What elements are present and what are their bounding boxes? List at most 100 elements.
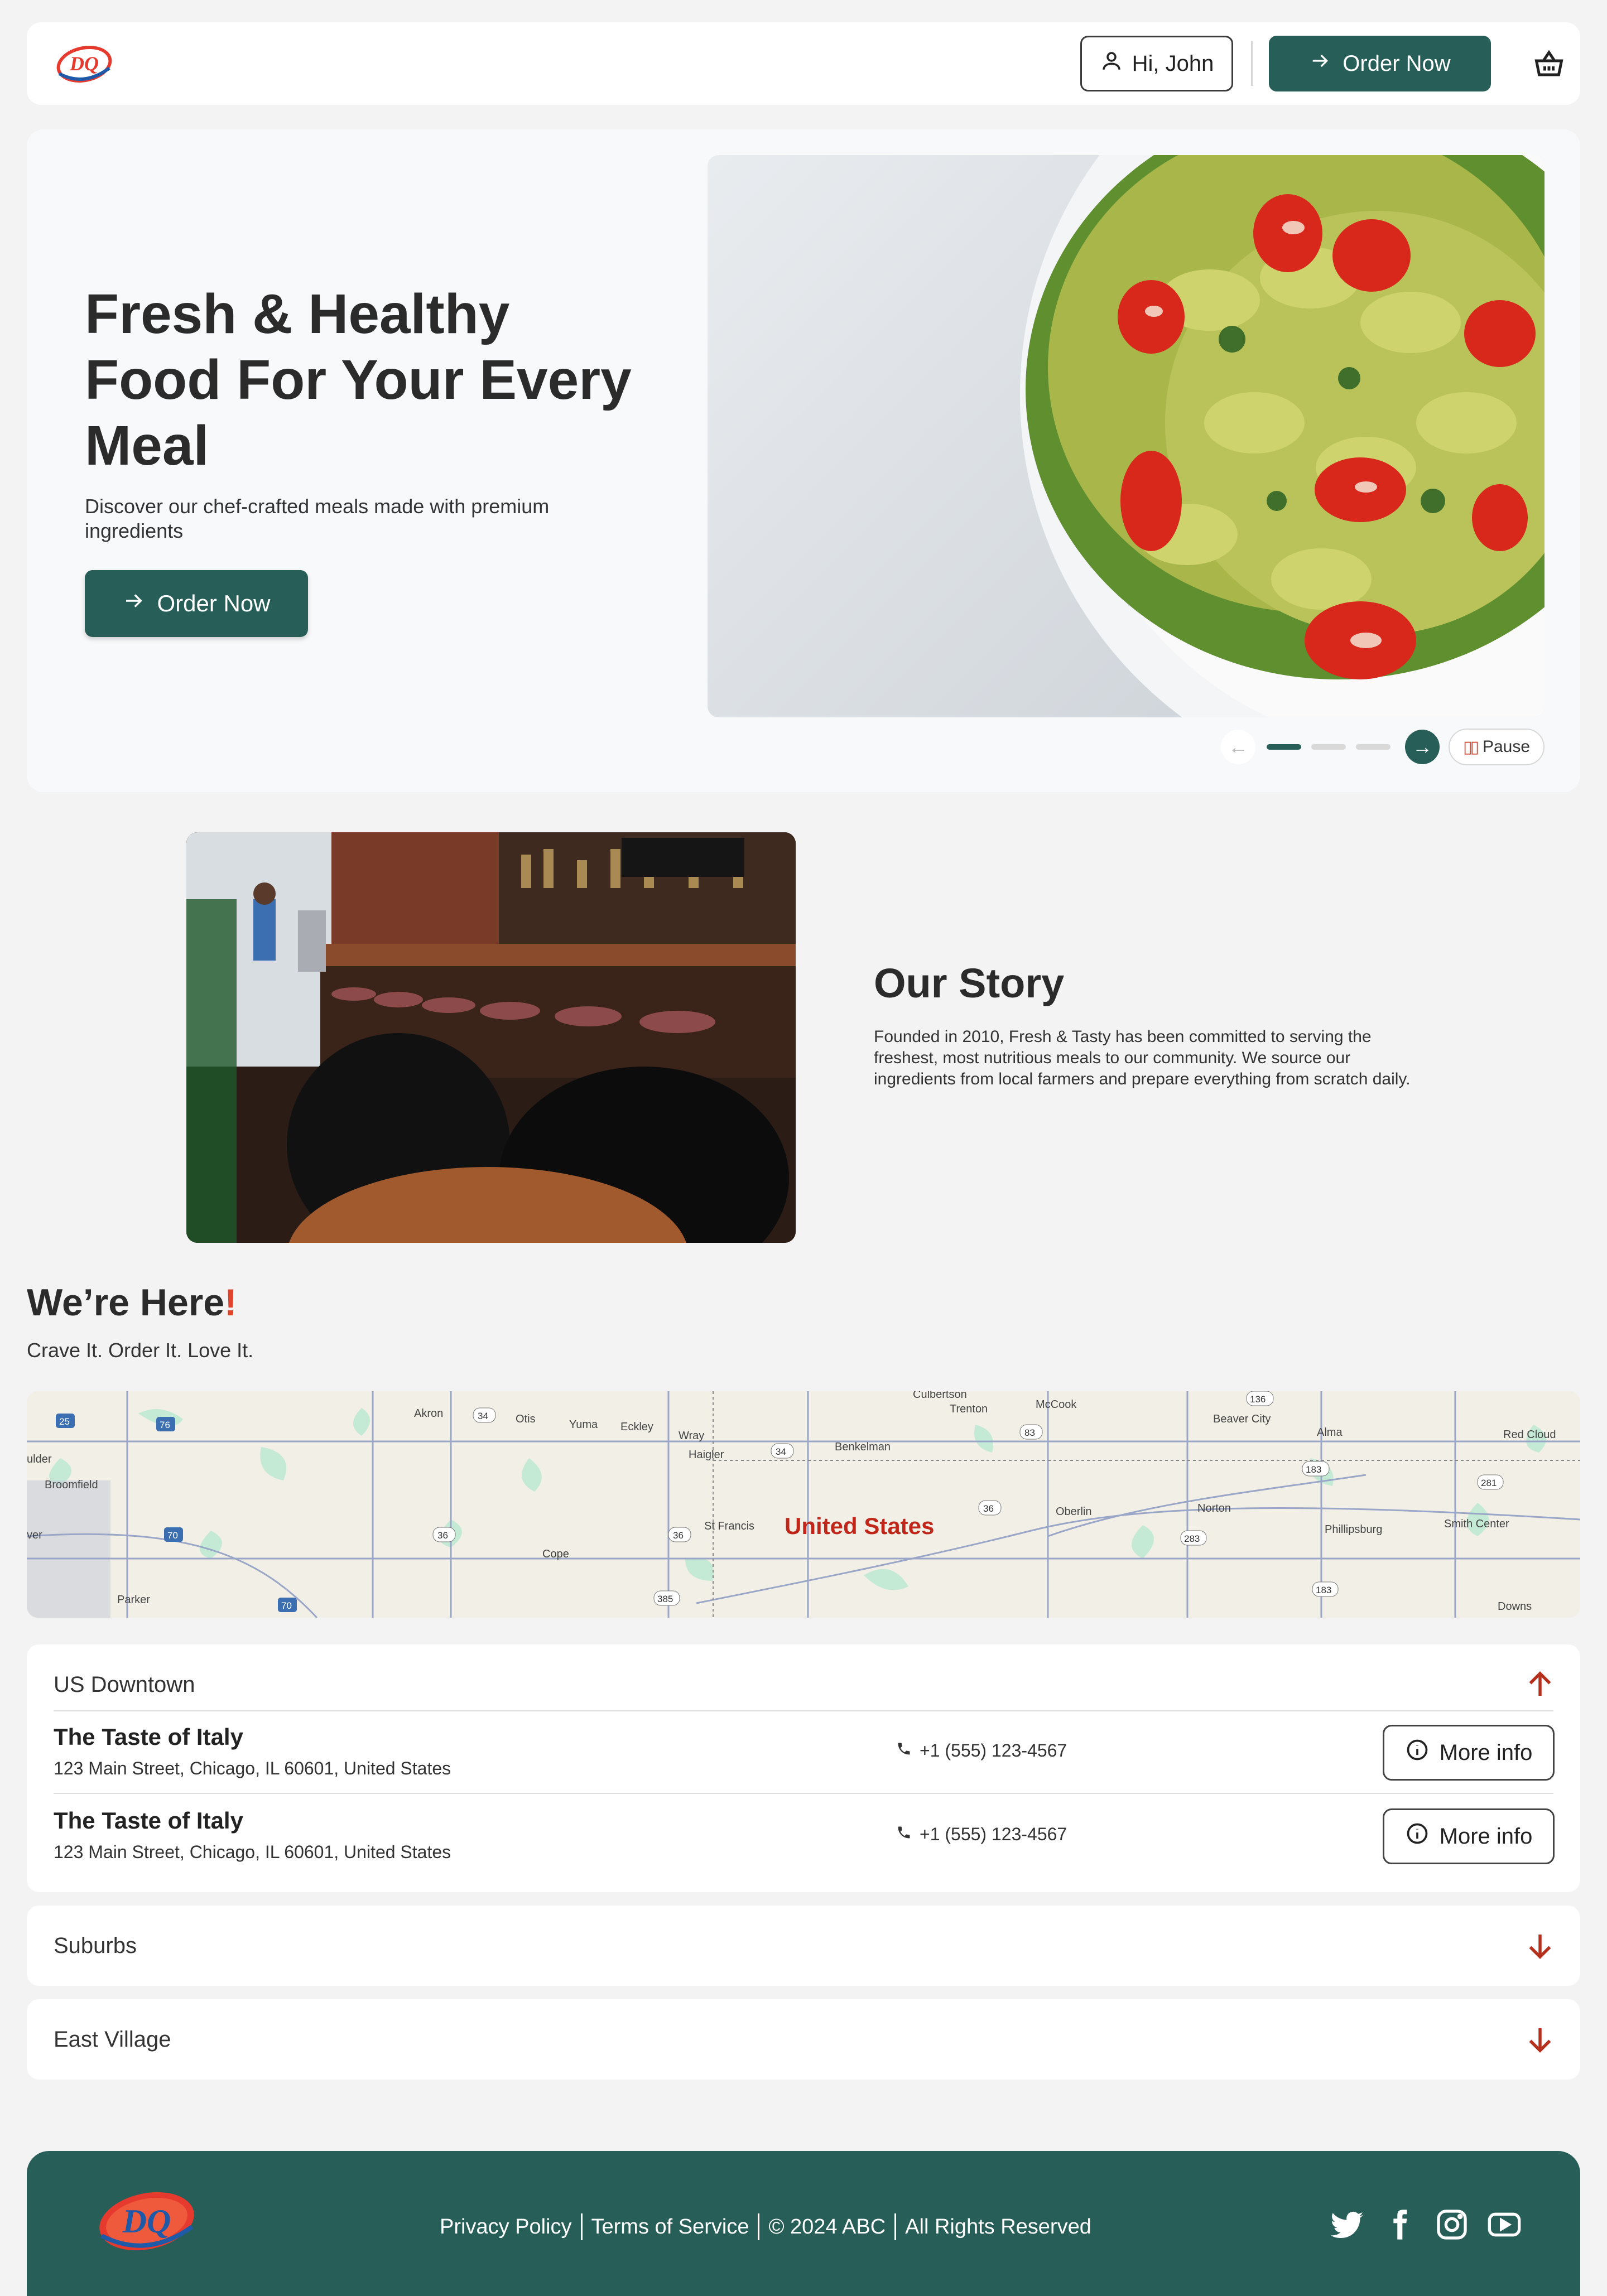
accordion-suburbs[interactable]: Suburbs [27, 1906, 1580, 1986]
svg-text:34: 34 [478, 1411, 488, 1421]
footer-separator [758, 2213, 760, 2240]
svg-text:136: 136 [1250, 1394, 1266, 1405]
hero-title: Fresh & Healthy Food For Your Every Meal [85, 283, 632, 477]
svg-text:McCook: McCook [1036, 1398, 1077, 1411]
carousel-dot-3[interactable] [1356, 744, 1391, 750]
order-now-label: Order Now [1343, 51, 1451, 76]
svg-text:Trenton: Trenton [950, 1403, 988, 1415]
site-footer: DQ Privacy Policy Terms of Service © 202… [27, 2151, 1580, 2296]
svg-text:Culbertson: Culbertson [913, 1391, 967, 1401]
brand-logo[interactable]: DQ [54, 39, 115, 87]
svg-text:Smith Center: Smith Center [1444, 1518, 1509, 1530]
carousel-dot-1[interactable] [1267, 744, 1301, 750]
story-title: Our Story [874, 960, 1065, 1006]
svg-text:Akron: Akron [414, 1407, 443, 1420]
order-now-button[interactable]: Order Now [1269, 36, 1491, 91]
svg-text:Eckley: Eckley [620, 1421, 653, 1433]
arrow-right-icon: → [1412, 735, 1432, 758]
user-icon [1100, 49, 1123, 78]
svg-text:Otis: Otis [516, 1413, 536, 1425]
more-info-label: More info [1439, 1740, 1533, 1765]
svg-text:Broomfield: Broomfield [45, 1479, 98, 1491]
svg-text:ver: ver [27, 1529, 42, 1541]
svg-text:Haigler: Haigler [689, 1449, 724, 1461]
svg-text:Downs: Downs [1498, 1600, 1532, 1613]
phone-icon [896, 1824, 912, 1845]
accordion-east-village[interactable]: East Village [27, 1999, 1580, 2080]
svg-text:36: 36 [437, 1530, 448, 1541]
svg-text:Yuma: Yuma [569, 1419, 598, 1431]
svg-text:36: 36 [983, 1503, 994, 1514]
arrow-up-icon[interactable] [1523, 1668, 1557, 1701]
carousel-next-button[interactable]: → [1405, 730, 1440, 764]
svg-text:Alma: Alma [1317, 1426, 1343, 1439]
arrow-left-icon: ← [1228, 735, 1248, 758]
footer-logo[interactable]: DQ [94, 2184, 200, 2263]
youtube-icon[interactable] [1486, 2207, 1522, 2242]
terms-link[interactable]: Terms of Service [591, 2215, 749, 2239]
pause-label: Pause [1482, 737, 1531, 756]
story-text: Founded in 2010, Fresh & Tasty has been … [874, 1028, 1411, 1088]
location-phone[interactable]: +1 (555) 123-4567 [896, 1740, 1067, 1761]
hero-subtitle: Discover our chef-crafted meals made wit… [85, 495, 550, 542]
location-address: 123 Main Street, Chicago, IL 60601, Unit… [54, 1758, 451, 1778]
location-phone[interactable]: +1 (555) 123-4567 [896, 1824, 1067, 1845]
accordion-title-us-downtown[interactable]: US Downtown [54, 1672, 195, 1697]
hero-food-image [708, 155, 1545, 717]
location-phone-text: +1 (555) 123-4567 [920, 1824, 1067, 1844]
accordion-us-downtown: US Downtown The Taste of Italy 123 Main … [27, 1644, 1580, 1892]
svg-text:Benkelman: Benkelman [835, 1441, 891, 1453]
carousel-prev-button[interactable]: ← [1221, 730, 1255, 764]
locations-map[interactable]: Akron Otis Yuma Eckley Wray Haigler Benk… [27, 1391, 1580, 1618]
svg-text:70: 70 [167, 1530, 178, 1541]
svg-text:Norton: Norton [1197, 1502, 1231, 1514]
footer-links: Privacy Policy Terms of Service © 2024 A… [440, 2213, 1091, 2240]
row-divider [54, 1710, 1553, 1711]
locations-subtitle: Crave It. Order It. Love It. [27, 1339, 254, 1362]
hero-section: Fresh & Healthy Food For Your Every Meal… [27, 129, 1580, 792]
facebook-icon[interactable] [1382, 2207, 1417, 2242]
info-icon [1405, 1821, 1430, 1851]
footer-separator [580, 2213, 583, 2240]
arrow-down-icon[interactable] [1523, 1929, 1557, 1962]
more-info-button[interactable]: More info [1383, 1808, 1555, 1864]
user-greeting: Hi, John [1132, 51, 1214, 76]
map-country-label: United States [785, 1513, 934, 1539]
restaurant-interior-image [186, 832, 796, 1243]
svg-text:385: 385 [657, 1594, 673, 1604]
arrow-down-icon[interactable] [1523, 2023, 1557, 2056]
header-divider [1251, 41, 1253, 86]
svg-text:Oberlin: Oberlin [1056, 1506, 1091, 1518]
carousel-dot-2[interactable] [1311, 744, 1346, 750]
location-phone-text: +1 (555) 123-4567 [920, 1740, 1067, 1760]
svg-text:Parker: Parker [117, 1594, 150, 1606]
location-address: 123 Main Street, Chicago, IL 60601, Unit… [54, 1842, 451, 1862]
locations-title-mark: ! [224, 1281, 237, 1324]
locations-title-text: We’re Here [27, 1281, 225, 1324]
phone-icon [896, 1740, 912, 1761]
instagram-icon[interactable] [1434, 2207, 1470, 2242]
accordion-title-east-village[interactable]: East Village [54, 2027, 171, 2052]
footer-separator [894, 2213, 897, 2240]
twitter-icon[interactable] [1329, 2207, 1365, 2242]
location-name: The Taste of Italy [54, 1724, 243, 1750]
arrow-right-icon [122, 589, 146, 618]
svg-text:76: 76 [160, 1420, 170, 1430]
privacy-policy-link[interactable]: Privacy Policy [440, 2215, 572, 2239]
basket-icon[interactable] [1532, 47, 1566, 80]
svg-text:183: 183 [1316, 1585, 1331, 1595]
carousel-pause-button[interactable]: ▯▯ Pause [1449, 729, 1545, 765]
svg-text:Wray: Wray [679, 1430, 704, 1442]
svg-text:183: 183 [1306, 1464, 1321, 1475]
svg-text:83: 83 [1024, 1427, 1035, 1438]
more-info-button[interactable]: More info [1383, 1725, 1555, 1781]
account-button[interactable]: Hi, John [1080, 36, 1233, 91]
svg-text:Cope: Cope [542, 1548, 569, 1560]
accordion-title-suburbs[interactable]: Suburbs [54, 1933, 137, 1959]
svg-text:34: 34 [776, 1446, 786, 1457]
svg-text:Red Cloud: Red Cloud [1503, 1429, 1556, 1441]
copyright-text: © 2024 ABC [768, 2215, 886, 2239]
more-info-label: More info [1439, 1824, 1533, 1849]
svg-text:ulder: ulder [27, 1453, 52, 1465]
hero-order-button[interactable]: Order Now [85, 570, 308, 637]
